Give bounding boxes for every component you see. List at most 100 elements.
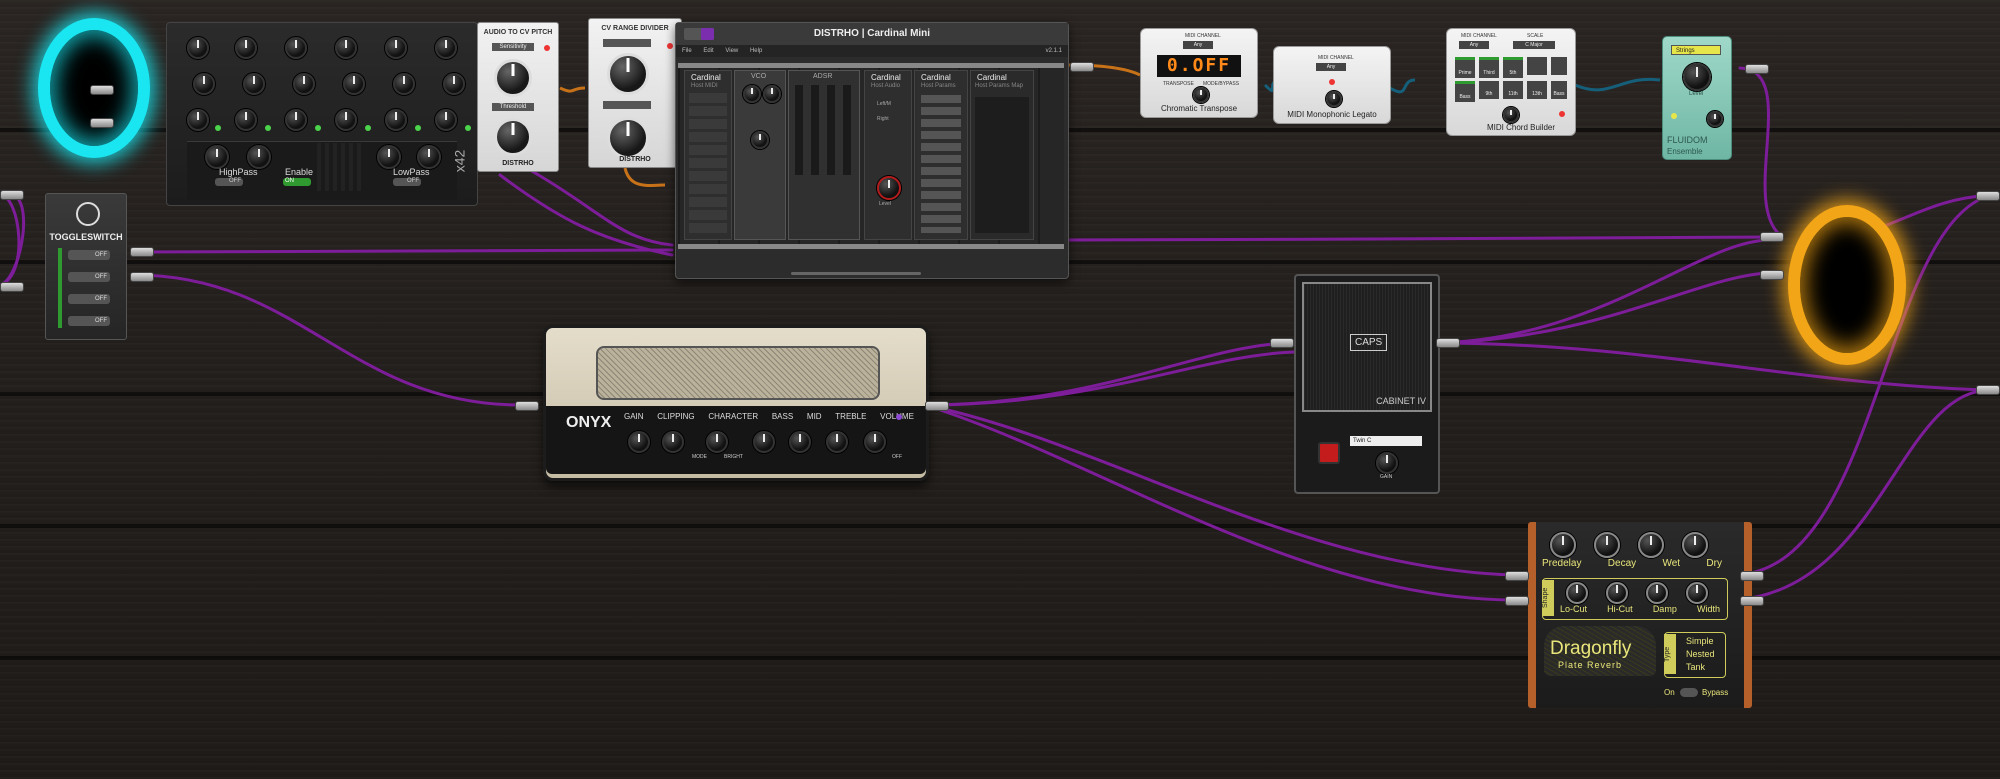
threshold-field[interactable]: Threshold — [492, 103, 534, 111]
menu-file[interactable]: File — [682, 48, 692, 54]
mid-knob[interactable] — [789, 431, 811, 453]
mixer-module: HighPass Enable LowPass OFF ON OFF x42 — [166, 22, 478, 206]
portal-right[interactable] — [1788, 205, 1906, 365]
highpass-toggle[interactable]: OFF — [215, 178, 243, 186]
edge-plug[interactable] — [1760, 232, 1784, 242]
chord-btn-4[interactable] — [1527, 57, 1547, 75]
chord-btn-bass2[interactable]: Bass — [1551, 81, 1567, 99]
edge-plug[interactable] — [0, 282, 24, 292]
chord-scale-select[interactable]: C Major — [1513, 41, 1555, 49]
cardinal-menubar: File Edit View Help v2.1.1 — [676, 45, 1068, 57]
wet-knob[interactable] — [1638, 532, 1664, 558]
type-simple[interactable]: Simple — [1686, 636, 1714, 646]
chord-btn-13th[interactable]: 13th — [1527, 81, 1547, 99]
edge-plug[interactable] — [130, 247, 154, 257]
edge-plug[interactable] — [515, 401, 539, 411]
dragonfly-on-label: On — [1664, 688, 1675, 697]
edge-plug[interactable] — [925, 401, 949, 411]
dragonfly-bypass-toggle[interactable] — [1680, 688, 1698, 697]
damp-knob[interactable] — [1646, 582, 1668, 604]
cv-range-brand: DISTRHO — [619, 156, 651, 163]
cabinet-power-button[interactable] — [1318, 442, 1340, 464]
cabinet-grille: CAPS CABINET IV — [1302, 282, 1432, 412]
fluidom-footswitch[interactable] — [1707, 111, 1723, 127]
menu-view[interactable]: View — [725, 48, 738, 54]
cv-range-knob-bottom[interactable] — [607, 117, 649, 159]
level-knob[interactable] — [877, 176, 901, 200]
dragonfly-name: Dragonfly — [1550, 638, 1632, 659]
chord-btn-prime[interactable]: Prime — [1455, 57, 1475, 78]
cardinal-scrollbar[interactable] — [791, 272, 921, 275]
chord-btn-11th[interactable]: 11th — [1503, 81, 1523, 99]
shape-label: Shape — [1542, 580, 1554, 616]
menu-help[interactable]: Help — [750, 48, 762, 54]
toggle-1[interactable]: OFF — [68, 250, 110, 260]
lowpass-label: LowPass — [393, 167, 430, 177]
cabinet-gain-knob[interactable] — [1376, 452, 1398, 474]
toggleswitch-title: TOGGLESWITCH — [49, 232, 123, 242]
dragonfly-logo: Dragonfly Plate Reverb — [1544, 626, 1656, 676]
chord-btn-bass[interactable]: Bass — [1455, 81, 1475, 102]
clipping-knob[interactable] — [662, 431, 684, 453]
dragonfly-top-labels: Predelay Decay Wet Dry — [1542, 558, 1722, 569]
edge-plug[interactable] — [1976, 385, 2000, 395]
threshold-knob[interactable] — [494, 118, 532, 156]
character-knob[interactable] — [706, 431, 728, 453]
sensitivity-knob[interactable] — [494, 59, 532, 97]
predelay-knob[interactable] — [1550, 532, 1576, 558]
chord-btn-9th[interactable]: 9th — [1479, 81, 1499, 99]
chord-midi-select[interactable]: Any — [1459, 41, 1489, 49]
cardinal-version: v2.1.1 — [1045, 48, 1062, 54]
type-nested[interactable]: Nested — [1686, 649, 1715, 659]
edge-plug[interactable] — [1436, 338, 1460, 348]
edge-plug[interactable] — [0, 190, 24, 200]
enable-toggle[interactable]: ON — [283, 178, 311, 186]
cv-range-knob-top[interactable] — [607, 53, 649, 95]
midi-chord-builder-pedal: MIDI CHANNEL Any SCALE C Major Prime Thi… — [1446, 28, 1576, 136]
sensitivity-field[interactable]: Sensitivity — [492, 43, 534, 51]
edge-plug[interactable] — [1270, 338, 1294, 348]
legato-title: MIDI Monophonic Legato — [1287, 110, 1377, 119]
amp-grille — [596, 346, 880, 400]
chord-footswitch[interactable] — [1503, 107, 1519, 123]
edge-plug[interactable] — [130, 272, 154, 282]
power-led — [896, 414, 902, 420]
fluidom-select[interactable]: Strings — [1671, 45, 1721, 55]
toggle-3[interactable]: OFF — [68, 294, 110, 304]
edge-plug[interactable] — [1070, 62, 1094, 72]
lowpass-toggle[interactable]: OFF — [393, 178, 421, 186]
chord-btn-5th[interactable]: 5th — [1503, 57, 1523, 78]
edge-plug[interactable] — [1745, 64, 1769, 74]
cardinal-titlebar[interactable]: DISTRHO | Cardinal Mini — [676, 23, 1068, 45]
legato-footswitch[interactable] — [1326, 91, 1342, 107]
edge-plug[interactable] — [1760, 270, 1784, 280]
host-params-map-module: Cardinal Host Params Map — [970, 70, 1034, 240]
chromatic-footswitch[interactable] — [1193, 87, 1209, 103]
cabinet-preset-field[interactable]: Twin C — [1350, 436, 1422, 446]
toggle-4[interactable]: OFF — [68, 316, 110, 326]
decay-knob[interactable] — [1594, 532, 1620, 558]
dry-knob[interactable] — [1682, 532, 1708, 558]
chromatic-midi-select[interactable]: Any — [1183, 41, 1213, 49]
type-tank[interactable]: Tank — [1686, 662, 1705, 672]
locut-knob[interactable] — [1566, 582, 1588, 604]
edge-plug[interactable] — [1976, 191, 2000, 201]
volume-knob[interactable] — [864, 431, 886, 453]
edge-plug[interactable] — [1505, 596, 1529, 606]
treble-knob[interactable] — [826, 431, 848, 453]
edge-plug[interactable] — [1740, 571, 1764, 581]
edge-plug[interactable] — [1505, 571, 1529, 581]
fluidom-level-knob[interactable] — [1683, 63, 1711, 91]
menu-edit[interactable]: Edit — [703, 48, 713, 54]
toggle-2[interactable]: OFF — [68, 272, 110, 282]
bass-knob[interactable] — [753, 431, 775, 453]
chord-btn-third[interactable]: Third — [1479, 57, 1499, 78]
host-audio-module: Cardinal Host Audio Left/M Right Level — [864, 70, 912, 240]
legato-midi-select[interactable]: Any — [1316, 63, 1346, 71]
gain-knob[interactable] — [628, 431, 650, 453]
hicut-knob[interactable] — [1606, 582, 1628, 604]
width-knob[interactable] — [1686, 582, 1708, 604]
chord-btn-5[interactable] — [1551, 57, 1567, 75]
portal-left[interactable] — [38, 18, 150, 158]
edge-plug[interactable] — [1740, 596, 1764, 606]
